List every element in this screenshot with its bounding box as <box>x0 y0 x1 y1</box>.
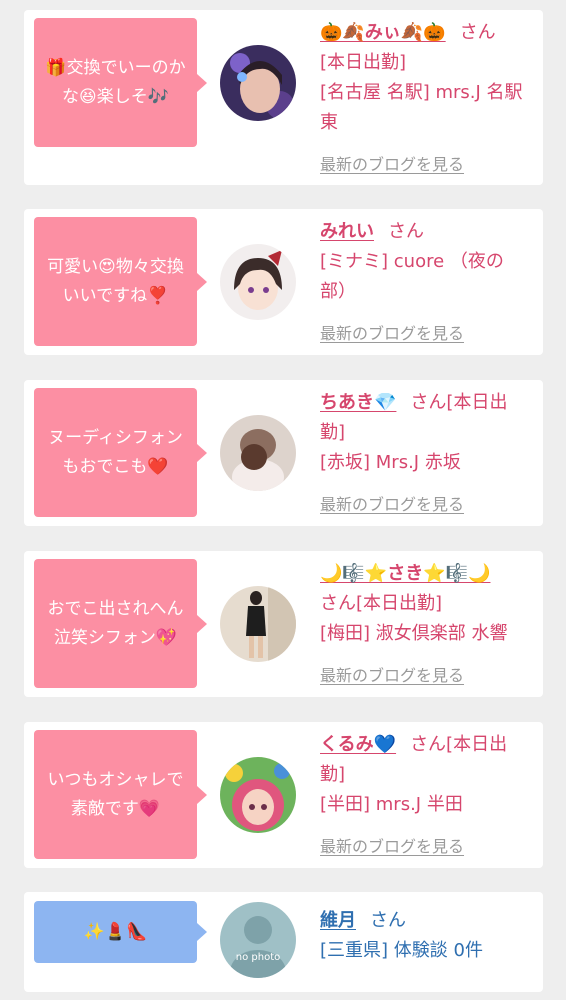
comment-text: 🎁交換でいーのかな😆楽しそ🎶 <box>45 57 186 107</box>
shop-info: [梅田] 淑女倶楽部 水響 <box>320 623 508 644</box>
name-link[interactable]: 🌙🎼⭐さき⭐🎼🌙 <box>320 563 490 584</box>
honorific: さん <box>370 910 406 931</box>
comment-bubble: おでこ出されへん泣笑シフォン💖 <box>34 559 207 688</box>
work-status: [本日出勤] <box>320 52 407 73</box>
honorific: さん <box>388 221 424 242</box>
shop-info: [ミナミ] cuore （夜の部） <box>320 251 504 302</box>
review-card: 🎁交換でいーのかな😆楽しそ🎶 🎃🍂みぃ🍂🎃 さん [本日出勤] [名古屋 名駅] … <box>24 10 543 185</box>
comment-text: ヌーディシフォンもおでこも❤️ <box>48 427 183 477</box>
avatar[interactable] <box>220 244 296 320</box>
blog-link[interactable]: 最新のブログを見る <box>320 661 530 691</box>
shop-info: [名古屋 名駅] mrs.J 名駅東 <box>320 82 523 133</box>
blog-link[interactable]: 最新のブログを見る <box>320 319 530 349</box>
comment-text: いつもオシャレで素敵です💗 <box>47 769 184 819</box>
review-card: ✨💄👠 no photo 維月 さん [三重県] 体験談 0件 <box>24 892 543 992</box>
no-photo-label: no photo <box>235 952 281 963</box>
avatar[interactable] <box>220 586 296 662</box>
honorific: さん <box>459 22 496 43</box>
comment-bubble: ヌーディシフォンもおでこも❤️ <box>34 388 207 517</box>
profile-info: みれい さん [ミナミ] cuore （夜の部） 最新のブログを見る <box>320 217 530 349</box>
shop-info: [三重県] 体験談 0件 <box>320 940 483 961</box>
review-card: いつもオシャレで素敵です💗 くるみ💙 さん[本日出勤] [半田] mrs.J 半田… <box>24 722 543 868</box>
blog-link[interactable]: 最新のブログを見る <box>320 150 530 180</box>
comment-bubble: いつもオシャレで素敵です💗 <box>34 730 207 859</box>
comment-bubble: 可愛い😍物々交換いいですね❣️ <box>34 217 207 346</box>
review-card: 可愛い😍物々交換いいですね❣️ みれい さん [ミナミ] cuore （夜の部） … <box>24 209 543 355</box>
name-link[interactable]: 🎃🍂みぃ🍂🎃 <box>320 22 446 43</box>
review-card: おでこ出されへん泣笑シフォン💖 🌙🎼⭐さき⭐🎼🌙 さん[本日出勤] [梅田] 淑… <box>24 551 543 697</box>
avatar[interactable]: no photo <box>220 902 296 978</box>
comment-bubble: ✨💄👠 <box>34 901 207 963</box>
name-link[interactable]: 維月 <box>320 910 356 931</box>
shop-info: [半田] mrs.J 半田 <box>320 794 463 815</box>
shop-info: [赤坂] Mrs.J 赤坂 <box>320 452 461 473</box>
name-link[interactable]: くるみ💙 <box>320 734 396 755</box>
blog-link[interactable]: 最新のブログを見る <box>320 490 530 520</box>
profile-info: ちあき💎 さん[本日出勤] [赤坂] Mrs.J 赤坂 最新のブログを見る <box>320 388 530 520</box>
comment-bubble: 🎁交換でいーのかな😆楽しそ🎶 <box>34 18 207 147</box>
profile-info: 🎃🍂みぃ🍂🎃 さん [本日出勤] [名古屋 名駅] mrs.J 名駅東 最新のブロ… <box>320 18 530 180</box>
honorific: さん[本日出勤] <box>320 593 443 614</box>
avatar[interactable] <box>220 45 296 121</box>
profile-info: 維月 さん [三重県] 体験談 0件 <box>320 906 530 966</box>
comment-text: 可愛い😍物々交換いいですね❣️ <box>47 256 184 306</box>
comment-text: ✨💄👠 <box>83 921 148 942</box>
comment-text: おでこ出されへん泣笑シフォン💖 <box>47 598 184 648</box>
avatar[interactable] <box>220 757 296 833</box>
name-link[interactable]: みれい <box>320 221 374 242</box>
blog-link[interactable]: 最新のブログを見る <box>320 832 530 862</box>
profile-info: 🌙🎼⭐さき⭐🎼🌙 さん[本日出勤] [梅田] 淑女倶楽部 水響 最新のブログを見… <box>320 559 530 691</box>
avatar[interactable] <box>220 415 296 491</box>
profile-info: くるみ💙 さん[本日出勤] [半田] mrs.J 半田 最新のブログを見る <box>320 730 530 862</box>
name-link[interactable]: ちあき💎 <box>320 392 396 413</box>
review-card: ヌーディシフォンもおでこも❤️ ちあき💎 さん[本日出勤] [赤坂] Mrs.J … <box>24 380 543 526</box>
